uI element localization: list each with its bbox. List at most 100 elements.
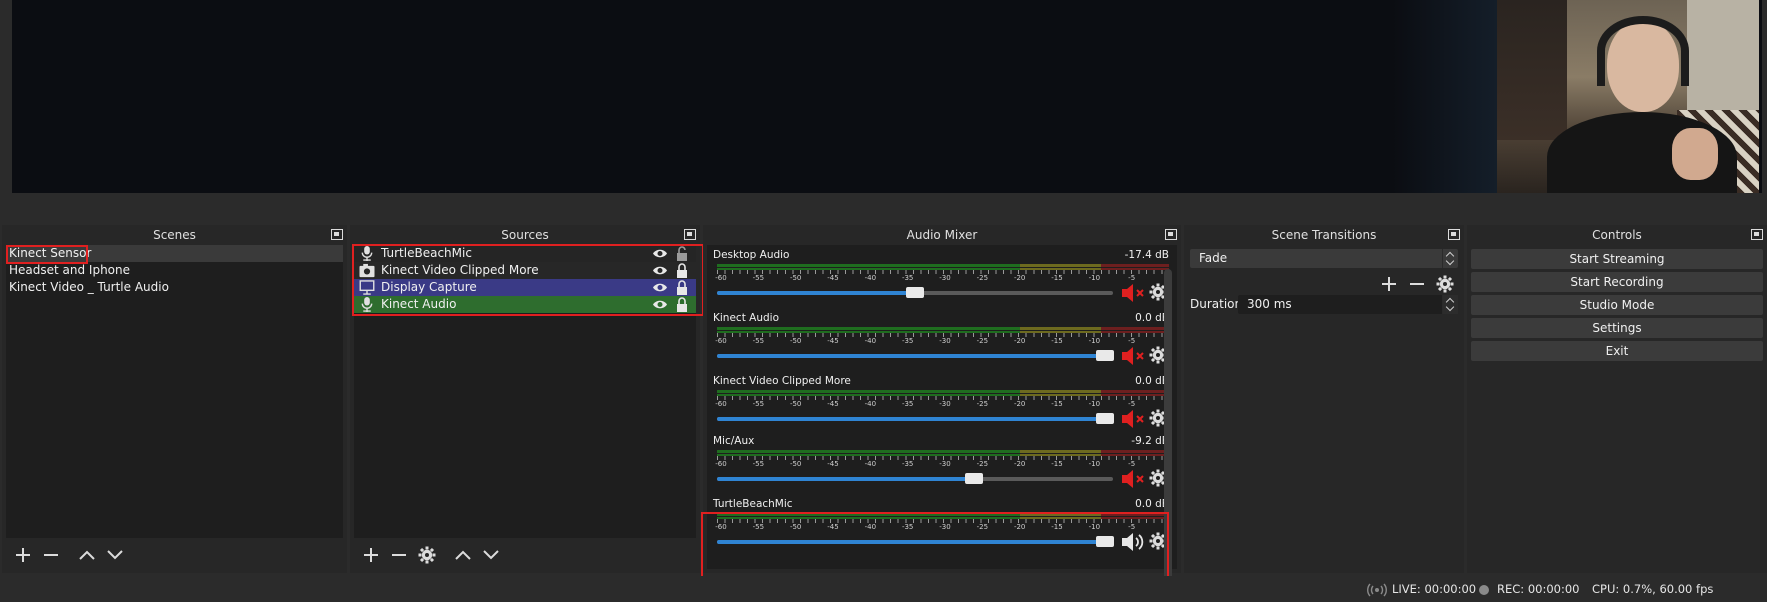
channel-name: Mic/Aux — [713, 435, 755, 447]
dock-float-icon[interactable] — [1165, 229, 1177, 240]
meter-scale: -60-55-50-45-40-35-30-25-20-15-10-50 — [715, 337, 1173, 347]
chevron-down-icon — [483, 550, 499, 560]
dock-float-icon[interactable] — [1751, 229, 1763, 240]
preview-gradient — [1392, 0, 1510, 193]
scale-label: -55 — [752, 400, 765, 408]
scale-label: -25 — [976, 460, 989, 468]
duration-value: 300 ms — [1247, 297, 1292, 311]
scale-label: -60 — [715, 460, 727, 468]
rec-status: REC: 00:00:00 — [1497, 582, 1580, 596]
start-streaming-button[interactable]: Start Streaming — [1471, 249, 1763, 269]
move-source-down-button[interactable] — [480, 544, 502, 566]
webcam-feed[interactable] — [1497, 0, 1759, 193]
duration-spinbox[interactable]: 300 ms — [1238, 295, 1458, 314]
sources-list[interactable]: TurtleBeachMic Kinect Video Clipped More… — [352, 244, 704, 538]
volume-slider-handle[interactable] — [906, 287, 924, 298]
scale-label: -15 — [1051, 400, 1063, 408]
scale-label: -20 — [1013, 337, 1026, 345]
volume-slider-fill — [717, 291, 915, 295]
scene-transitions-title: Scene Transitions — [1271, 228, 1377, 242]
remove-transition-button[interactable] — [1406, 273, 1428, 295]
audio-mixer-title: Audio Mixer — [906, 228, 978, 242]
remove-scene-button[interactable] — [40, 544, 62, 566]
scale-label: -5 — [1128, 400, 1136, 408]
move-scene-up-button[interactable] — [76, 544, 98, 566]
spin-arrows-icon[interactable] — [1442, 295, 1458, 314]
gear-icon — [418, 546, 436, 564]
scale-label: -10 — [1088, 274, 1101, 282]
volume-slider[interactable] — [717, 413, 1114, 424]
webcam-bookshelf — [1497, 0, 1567, 140]
start-recording-button[interactable]: Start Recording — [1471, 272, 1763, 292]
settings-button[interactable]: Settings — [1471, 318, 1763, 338]
source-properties-button[interactable] — [416, 544, 438, 566]
scale-label: -30 — [939, 400, 951, 408]
volume-slider[interactable] — [717, 473, 1113, 484]
channel-name: Kinect Audio — [713, 312, 779, 324]
scale-label: -5 — [1128, 460, 1136, 468]
studio-mode-button[interactable]: Studio Mode — [1471, 295, 1763, 315]
speaker-muted-icon[interactable] — [1121, 408, 1147, 430]
scale-label: -55 — [752, 460, 765, 468]
scale-label: -55 — [752, 337, 765, 345]
scene-item[interactable]: Headset and Iphone — [6, 262, 343, 279]
volume-slider-fill — [717, 417, 1113, 421]
scale-label: -40 — [864, 400, 877, 408]
exit-button[interactable]: Exit — [1471, 341, 1763, 361]
gear-icon — [1436, 275, 1454, 293]
dock-float-icon[interactable] — [1448, 229, 1460, 240]
controls-dock: Controls Start Streaming Start Recording… — [1467, 225, 1767, 573]
scene-item[interactable]: Kinect Video _ Turtle Audio — [6, 279, 343, 296]
scenes-dock: Scenes Kinect Sensor Headset and Iphone … — [2, 225, 347, 573]
record-dot-icon — [1479, 585, 1489, 595]
audio-mixer-body: Desktop Audio -17.4 dB -60 -55 -50 -45 -40 -35 -… — [701, 245, 1177, 587]
dock-float-icon[interactable] — [684, 229, 696, 240]
mixer-channel: Mic/Aux -9.2 dB -60 -55 -50 -45 -40 -35 -30 -25 -2… — [711, 435, 1171, 495]
live-status: LIVE: 00:00:00 — [1392, 582, 1477, 596]
move-source-up-button[interactable] — [452, 544, 474, 566]
webcam-thumbs-up — [1672, 128, 1718, 180]
add-scene-button[interactable] — [12, 544, 34, 566]
scenes-list[interactable]: Kinect Sensor Headset and Iphone Kinect … — [6, 245, 343, 538]
speaker-muted-icon[interactable] — [1121, 468, 1147, 490]
dock-float-icon[interactable] — [331, 229, 343, 240]
add-transition-button[interactable] — [1378, 273, 1400, 295]
volume-slider-handle[interactable] — [965, 473, 984, 484]
scale-label: -45 — [827, 400, 839, 408]
transition-select[interactable]: Fade — [1190, 249, 1458, 268]
speaker-muted-icon[interactable] — [1121, 282, 1147, 304]
add-source-button[interactable] — [360, 544, 382, 566]
move-scene-down-button[interactable] — [104, 544, 126, 566]
channel-name: Kinect Video Clipped More — [713, 375, 851, 387]
scale-label: -60 — [715, 337, 727, 345]
volume-slider[interactable] — [717, 287, 1113, 298]
scale-label: -40 — [864, 274, 877, 282]
cpu-status: CPU: 0.7%, 60.00 fps — [1592, 582, 1714, 596]
volume-slider-handle[interactable] — [1096, 350, 1114, 361]
volume-slider-handle[interactable] — [1096, 413, 1114, 424]
preview-area[interactable] — [0, 0, 1767, 218]
transition-properties-button[interactable] — [1434, 273, 1456, 295]
scale-label: -5 — [1128, 274, 1136, 282]
minus-icon — [1410, 283, 1424, 285]
mixer-channel: Desktop Audio -17.4 dB -60 -55 -50 -45 -40 -35 -… — [711, 249, 1171, 309]
mixer-channel: Kinect Video Clipped More 0.0 dB -60 -55 -50… — [711, 375, 1171, 435]
scale-label: -45 — [827, 337, 839, 345]
scale-label: -20 — [1013, 460, 1026, 468]
select-arrows-icon — [1442, 249, 1458, 268]
chevron-up-icon — [455, 550, 471, 560]
status-bar: LIVE: 00:00:00 REC: 00:00:00 CPU: 0.7%, … — [0, 576, 1767, 602]
broadcast-icon — [1367, 583, 1387, 597]
minus-icon — [392, 554, 406, 556]
scenes-title: Scenes — [153, 228, 196, 242]
highlight-box — [6, 245, 88, 264]
scale-label: -35 — [901, 274, 914, 282]
scale-label: -50 — [789, 400, 802, 408]
plus-icon — [16, 548, 30, 562]
remove-source-button[interactable] — [388, 544, 410, 566]
highlight-box — [352, 244, 704, 316]
speaker-muted-icon[interactable] — [1121, 345, 1147, 367]
scale-label: -15 — [1051, 460, 1063, 468]
volume-slider[interactable] — [717, 350, 1114, 361]
scale-label: -35 — [901, 400, 914, 408]
